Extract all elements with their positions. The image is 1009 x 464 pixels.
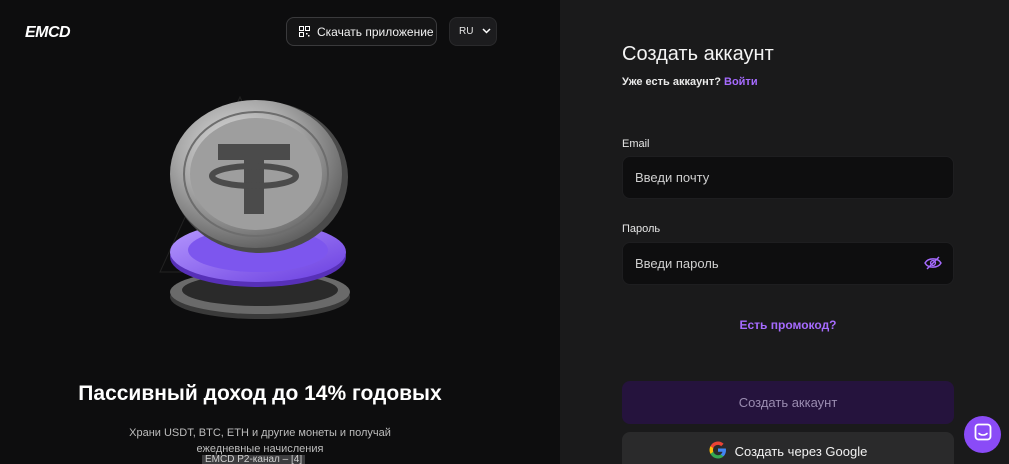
have-account-text: Уже есть аккаунт? Войти xyxy=(622,76,758,88)
download-app-button[interactable]: Скачать приложение xyxy=(286,17,437,46)
chat-icon xyxy=(974,423,992,446)
promo-panel: EMCD Скачать приложение RU Пассивный дох… xyxy=(0,0,560,464)
form-title: Создать аккаунт xyxy=(622,43,774,65)
email-label: Email xyxy=(622,138,650,150)
create-account-button[interactable]: Создать аккаунт xyxy=(622,381,954,424)
login-link[interactable]: Войти xyxy=(724,76,758,88)
promo-title: Пассивный доход до 14% годовых xyxy=(78,382,442,405)
emcd-logo[interactable]: EMCD xyxy=(25,22,77,40)
chat-button[interactable] xyxy=(964,416,1001,453)
promo-description: Храни USDT, BTC, ETH и другие монеты и п… xyxy=(129,427,391,455)
language-value: RU xyxy=(459,26,474,37)
download-app-label: Скачать приложение xyxy=(317,24,434,39)
promo-code-link[interactable]: Есть промокод? xyxy=(622,318,954,332)
email-field[interactable] xyxy=(622,156,954,199)
language-select[interactable]: RU xyxy=(449,17,497,46)
chevron-down-icon xyxy=(482,26,491,37)
signup-panel: Создать аккаунт Уже есть аккаунт? Войти … xyxy=(560,0,1009,464)
have-account-label: Уже есть аккаунт? xyxy=(622,76,721,88)
password-field[interactable] xyxy=(622,242,954,285)
google-button-label: Создать через Google xyxy=(734,444,868,459)
tooltip: EMCD P2-канал – [4] xyxy=(202,455,306,464)
eye-off-icon[interactable] xyxy=(924,256,942,270)
coin-illustration xyxy=(140,92,370,327)
svg-text:EMCD: EMCD xyxy=(25,24,71,40)
google-icon xyxy=(709,441,727,462)
google-signup-button[interactable]: Создать через Google xyxy=(622,432,954,464)
qr-code-icon xyxy=(299,26,310,37)
password-label: Пароль xyxy=(622,223,661,235)
